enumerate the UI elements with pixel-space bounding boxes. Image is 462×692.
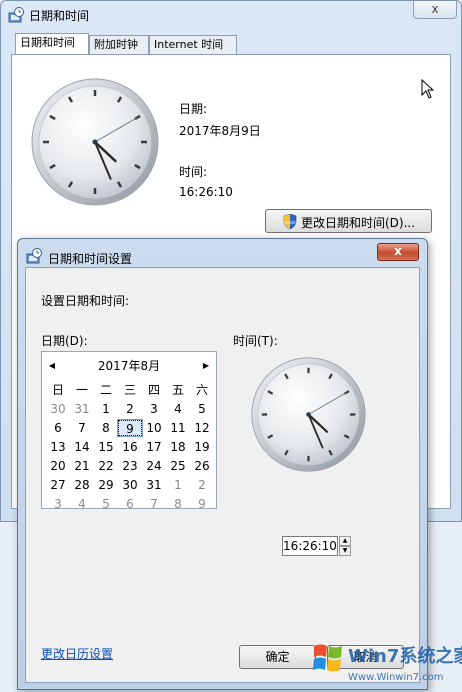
calendar-day[interactable]: 6 <box>46 420 70 436</box>
calendar-day[interactable]: 2 <box>118 401 142 417</box>
main-window-title: 日期和时间 <box>29 9 90 23</box>
change-date-time-label: 更改日期和时间(D)... <box>301 216 416 230</box>
calendar-header: ◀ 2017年8月 ▶ <box>42 358 216 374</box>
tab-internet-time[interactable]: Internet 时间 <box>149 35 237 54</box>
dialog-close-button[interactable]: x <box>377 243 419 261</box>
calendar-day[interactable]: 10 <box>142 420 166 436</box>
weekday-header: 三 <box>123 383 136 397</box>
dialog-time-label: 时间(T): <box>233 334 278 348</box>
dialog-title: 日期和时间设置 <box>48 252 133 266</box>
dialog-app-icon <box>26 248 42 264</box>
calendar-day[interactable]: 5 <box>94 496 118 512</box>
calendar-day[interactable]: 7 <box>70 420 94 436</box>
tab-additional-clocks[interactable]: 附加时钟 <box>89 35 149 54</box>
calendar-day[interactable]: 12 <box>190 420 214 436</box>
calendar-day[interactable]: 16 <box>118 439 142 455</box>
time-label: 时间: <box>179 165 208 179</box>
calendar-day[interactable]: 11 <box>166 420 190 436</box>
calendar-day[interactable]: 5 <box>190 401 214 417</box>
calendar-day[interactable]: 21 <box>70 458 94 474</box>
calendar-day[interactable]: 3 <box>142 401 166 417</box>
spin-up-icon[interactable]: ▲ <box>339 536 351 546</box>
weekday-header: 六 <box>195 383 208 397</box>
calendar-day[interactable]: 9 <box>190 496 214 512</box>
calendar-day[interactable]: 3 <box>46 496 70 512</box>
calendar-day[interactable]: 19 <box>190 439 214 455</box>
change-calendar-settings-link[interactable]: 更改日历设置 <box>41 645 113 662</box>
weekday-header: 五 <box>171 383 184 397</box>
main-close-button[interactable]: x <box>413 1 457 19</box>
watermark-logo: Win7系统之家 Www.Winwin7.com <box>300 636 462 688</box>
calendar-day[interactable]: 4 <box>70 496 94 512</box>
calendar-next-month-icon[interactable]: ▶ <box>200 358 212 374</box>
tab-date-time[interactable]: 日期和时间 <box>15 33 89 54</box>
calendar-day[interactable]: 25 <box>166 458 190 474</box>
calendar-day[interactable]: 4 <box>166 401 190 417</box>
calendar-day[interactable]: 14 <box>70 439 94 455</box>
calendar-day[interactable]: 31 <box>70 401 94 417</box>
calendar-day[interactable]: 30 <box>118 477 142 493</box>
uac-shield-icon <box>283 214 297 229</box>
calendar-day[interactable]: 8 <box>166 496 190 512</box>
calendar-day[interactable]: 1 <box>166 477 190 493</box>
time-value: 16:26:10 <box>179 185 233 199</box>
calendar-month-title[interactable]: 2017年8月 <box>42 358 216 374</box>
time-input[interactable]: 16:26:10 <box>282 536 338 556</box>
calendar-day[interactable]: 9 <box>117 419 143 437</box>
calendar-day[interactable]: 8 <box>94 420 118 436</box>
dialog-body: 设置日期和时间: 日期(D): 时间(T): ◀ 2017年8月 ▶ 日一二三四… <box>25 267 420 683</box>
weekday-header: 四 <box>147 383 160 397</box>
date-label: 日期: <box>179 102 208 116</box>
calendar-day[interactable]: 18 <box>166 439 190 455</box>
date-time-app-icon <box>8 7 24 23</box>
main-analog-clock <box>31 78 159 206</box>
set-date-time-instruction: 设置日期和时间: <box>41 294 130 308</box>
time-spinner[interactable]: ▲ ▼ <box>339 536 351 556</box>
calendar-day[interactable]: 30 <box>46 401 70 417</box>
svg-text:Www.Winwin7.com: Www.Winwin7.com <box>348 672 443 683</box>
calendar-day[interactable]: 15 <box>94 439 118 455</box>
dialog-titlebar[interactable]: 日期和时间设置 x <box>18 239 427 267</box>
svg-text:Win7系统之家: Win7系统之家 <box>348 645 462 667</box>
win7-logo-icon: Win7系统之家 Www.Winwin7.com <box>313 644 462 683</box>
calendar-day[interactable]: 2 <box>190 477 214 493</box>
date-value: 2017年8月9日 <box>179 124 261 138</box>
calendar-day[interactable]: 20 <box>46 458 70 474</box>
mouse-cursor-icon <box>421 79 435 99</box>
spin-down-icon[interactable]: ▼ <box>339 546 351 556</box>
calendar-day[interactable]: 22 <box>94 458 118 474</box>
weekday-header: 二 <box>99 383 112 397</box>
calendar-day[interactable]: 27 <box>46 477 70 493</box>
calendar-day[interactable]: 28 <box>70 477 94 493</box>
calendar-day[interactable]: 7 <box>142 496 166 512</box>
calendar-day[interactable]: 6 <box>118 496 142 512</box>
date-time-settings-dialog: 日期和时间设置 x 设置日期和时间: 日期(D): 时间(T): ◀ 2017年… <box>17 238 428 690</box>
month-calendar: ◀ 2017年8月 ▶ 日一二三四五六 30 31 1 2 3 4 5 6 7 8 9 10 11 12 13… <box>41 351 217 512</box>
main-titlebar[interactable]: 日期和时间 x <box>1 1 461 29</box>
calendar-date-label: 日期(D): <box>41 334 88 348</box>
calendar-day[interactable]: 23 <box>118 458 142 474</box>
weekday-header: 一 <box>75 383 88 397</box>
calendar-day[interactable]: 26 <box>190 458 214 474</box>
dialog-analog-clock <box>251 357 366 472</box>
weekday-header: 日 <box>51 383 64 397</box>
calendar-day[interactable]: 29 <box>94 477 118 493</box>
calendar-day[interactable]: 1 <box>94 401 118 417</box>
calendar-day[interactable]: 17 <box>142 439 166 455</box>
change-date-time-button[interactable]: 更改日期和时间(D)... <box>265 209 432 233</box>
calendar-day[interactable]: 31 <box>142 477 166 493</box>
calendar-day[interactable]: 13 <box>46 439 70 455</box>
calendar-day[interactable]: 24 <box>142 458 166 474</box>
